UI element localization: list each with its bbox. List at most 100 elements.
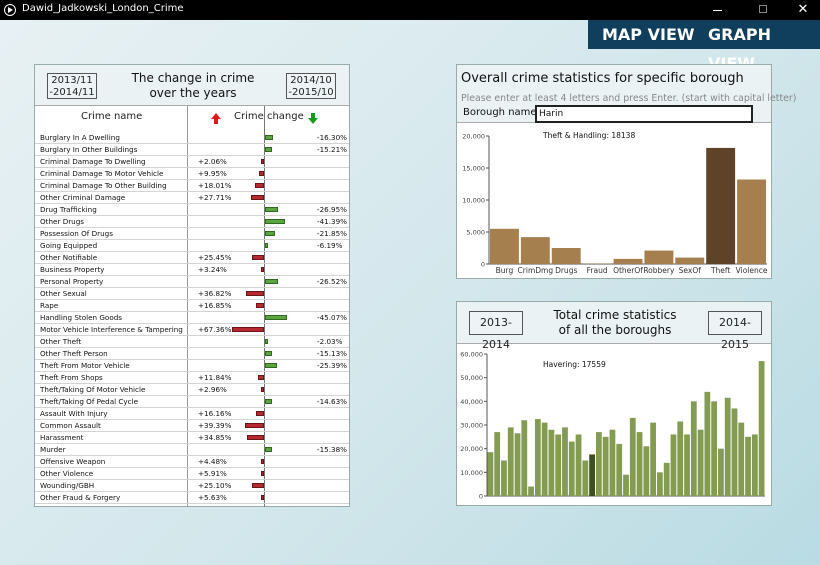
increase-bar <box>258 375 264 380</box>
chart-bar[interactable] <box>494 432 501 496</box>
chart-bar[interactable] <box>568 441 575 496</box>
chart-bar[interactable] <box>663 462 670 496</box>
decrease-bar <box>265 219 285 224</box>
total-crime-chart: 0 10,000 20,000 30,000 40,000 50,000 60,000 Hav… <box>460 351 765 501</box>
increase-value: +25.45% <box>198 253 232 262</box>
chart-bar[interactable] <box>657 472 663 496</box>
crime-change-row: Criminal Damage To Dwelling +2.06% <box>35 156 349 168</box>
crime-change-row: Other Theft Person -15.13% <box>35 348 349 360</box>
borough-stats-title: Overall crime statistics for specific bo… <box>461 71 744 86</box>
increase-bar <box>261 471 264 476</box>
chart-bar[interactable] <box>551 248 581 264</box>
increase-bar <box>261 495 264 500</box>
decrease-bar <box>265 135 273 140</box>
year-2014-2015-button[interactable]: 2014-2015 <box>708 311 762 351</box>
chart-bar[interactable] <box>677 421 684 496</box>
chart-bar[interactable] <box>595 432 602 496</box>
chart-bar[interactable] <box>528 486 534 496</box>
chart-bar[interactable] <box>507 427 514 496</box>
chart-bar[interactable] <box>650 422 657 496</box>
chart-bar[interactable] <box>643 446 650 496</box>
crime-change-row: Other Fraud & Forgery +5.63% <box>35 492 349 504</box>
increase-value: +2.06% <box>198 157 227 166</box>
chart-bar[interactable] <box>575 434 582 496</box>
chart-bar[interactable] <box>487 452 494 496</box>
chart-bar[interactable] <box>731 408 738 496</box>
decrease-value: -25.39% <box>317 361 347 370</box>
chart-bar[interactable] <box>609 429 616 496</box>
crime-name: Wounding/GBH <box>40 481 95 490</box>
increase-value: +39.39% <box>198 421 232 430</box>
chart-bar[interactable] <box>737 179 766 264</box>
crime-name: Rape <box>40 301 59 310</box>
chart-bar[interactable] <box>675 257 705 264</box>
decrease-value: -15.38% <box>317 445 347 454</box>
chart-bar[interactable] <box>690 401 697 496</box>
total-stats-title-line2: of all the boroughs <box>558 323 672 337</box>
chart-bar[interactable] <box>514 433 521 496</box>
chart-annotation: Theft & Handling: 18138 <box>542 131 635 140</box>
chart-bar[interactable] <box>745 436 751 496</box>
increase-value: +2.96% <box>198 385 227 394</box>
crime-name: Burglary In Other Buildings <box>40 145 138 154</box>
year-2013-2014-button[interactable]: 2013-2014 <box>469 311 523 351</box>
chart-bar[interactable] <box>706 147 736 264</box>
chart-bar[interactable] <box>738 422 745 496</box>
increase-value: +16.16% <box>198 409 232 418</box>
chart-bar[interactable] <box>704 391 711 496</box>
chart-bar[interactable] <box>623 474 629 496</box>
crime-change-row: Theft/Taking Of Motor Vehicle +2.96% <box>35 384 349 396</box>
tab-graph-view[interactable]: GRAPH VIEW <box>708 20 820 73</box>
year-range-right-button[interactable]: 2014/10 -2015/10 <box>286 73 336 99</box>
increase-bar <box>261 267 264 272</box>
chart-bar[interactable] <box>613 258 643 264</box>
chart-bar[interactable] <box>718 448 724 496</box>
chart-bar[interactable] <box>751 434 758 496</box>
minimize-icon[interactable] <box>700 0 734 20</box>
crime-name: Other Theft <box>40 337 82 346</box>
crime-change-row: Other Drugs -41.39% <box>35 216 349 228</box>
x-tick-label: Drugs <box>555 266 577 275</box>
chart-bar[interactable] <box>520 237 550 264</box>
decrease-bar <box>265 147 273 152</box>
chart-bar[interactable] <box>758 361 765 496</box>
crime-change-row: Other Notifiable +25.45% <box>35 252 349 264</box>
chart-bar[interactable] <box>501 460 507 497</box>
chart-bar[interactable] <box>548 429 555 496</box>
increase-value: +9.95% <box>198 169 227 178</box>
chart-bar[interactable] <box>670 434 677 496</box>
chart-bar[interactable] <box>602 436 609 496</box>
maximize-icon[interactable] <box>746 0 780 20</box>
y-tick-label: 15,000 <box>462 165 485 173</box>
chart-bar[interactable] <box>636 432 643 496</box>
crime-change-row: Possession Of Drugs -21.85% <box>35 228 349 240</box>
decrease-bar <box>265 351 273 356</box>
chart-bar[interactable] <box>711 401 718 496</box>
chart-bar[interactable] <box>629 417 636 496</box>
decrease-value: -2.03% <box>317 337 343 346</box>
decrease-value: -15.21% <box>317 145 347 154</box>
decrease-bar <box>265 339 268 344</box>
year-range-left-button[interactable]: 2013/11 -2014/11 <box>47 73 97 99</box>
chart-bar[interactable] <box>697 429 704 496</box>
crime-name: Other Criminal Damage <box>40 193 126 202</box>
chart-bar[interactable] <box>724 397 731 496</box>
chart-bar[interactable] <box>644 250 674 264</box>
close-icon[interactable]: ✕ <box>786 0 820 20</box>
chart-bar[interactable] <box>616 443 623 496</box>
chart-bar[interactable] <box>534 419 541 496</box>
chart-bar[interactable] <box>521 420 528 496</box>
tab-map-view[interactable]: MAP VIEW <box>602 20 695 49</box>
chart-bar[interactable] <box>541 422 548 496</box>
chart-bar[interactable] <box>582 460 589 497</box>
borough-name-input[interactable] <box>535 105 753 123</box>
crime-change-row: Other Violence +5.91% <box>35 468 349 480</box>
chart-bar[interactable] <box>589 454 595 496</box>
chart-bar[interactable] <box>684 434 690 496</box>
chart-bar[interactable] <box>562 427 568 496</box>
title-bar: Dawid_Jadkowski_London_Crime ✕ <box>0 0 820 20</box>
chart-bar[interactable] <box>490 228 519 264</box>
increase-value: +34.85% <box>198 433 232 442</box>
increase-value: +18.01% <box>198 181 232 190</box>
chart-bar[interactable] <box>555 434 562 496</box>
